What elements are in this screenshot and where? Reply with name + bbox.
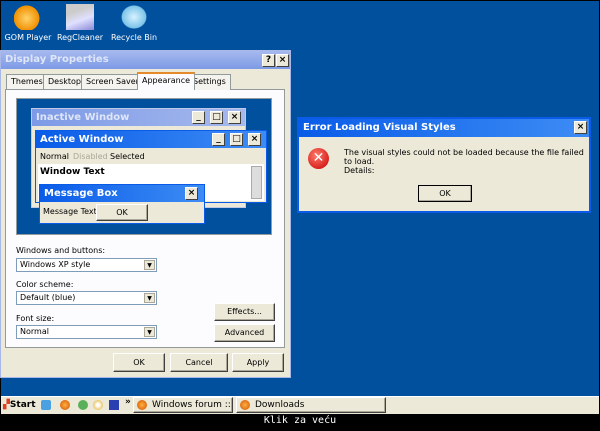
- regcleaner-icon: [66, 4, 94, 30]
- task-windows-forum[interactable]: Windows forum :: ...: [133, 397, 233, 424]
- chevron-down-icon: ▼: [144, 327, 155, 337]
- effects-button[interactable]: Effects...: [214, 303, 275, 321]
- preview-ok-button: OK: [96, 204, 148, 221]
- icon-label: Recycle Bin: [110, 33, 158, 42]
- close-button[interactable]: ×: [276, 54, 289, 67]
- firefox-icon: [240, 400, 250, 410]
- minimize-icon: _: [212, 133, 225, 146]
- media-player-icon[interactable]: [93, 400, 103, 410]
- error-ok-button[interactable]: OK: [418, 185, 472, 202]
- error-icon: ✕: [308, 148, 329, 169]
- firefox-icon: [137, 400, 147, 410]
- ok-button[interactable]: OK: [113, 353, 165, 372]
- start-label: Start: [9, 400, 36, 410]
- windows-buttons-label: Windows and buttons:: [16, 246, 106, 255]
- firefox-icon[interactable]: [60, 400, 70, 410]
- chevron-down-icon: ▼: [144, 293, 155, 303]
- close-icon: ×: [228, 111, 241, 124]
- details-label: Details:: [344, 166, 375, 175]
- desktop-icon-regcleaner[interactable]: RegCleaner: [50, 4, 110, 42]
- windows-buttons-select[interactable]: Windows XP style ▼: [16, 258, 157, 272]
- icon-label: RegCleaner: [56, 33, 104, 42]
- close-icon: ×: [248, 133, 261, 146]
- image-caption[interactable]: Klik za veću: [0, 415, 600, 426]
- select-value: Windows XP style: [20, 260, 91, 269]
- menu-selected: Selected: [110, 152, 145, 161]
- window-text: Window Text: [40, 167, 105, 177]
- preview-message-box: Message Box × Message Text OK: [39, 184, 205, 224]
- gom-player-icon: [14, 4, 42, 30]
- title-bar[interactable]: Display Properties: [1, 51, 290, 69]
- windows-logo-icon: ▞: [3, 400, 10, 410]
- menu-disabled: Disabled: [73, 152, 108, 161]
- ie-icon[interactable]: [41, 400, 51, 410]
- font-size-label: Font size:: [16, 314, 55, 323]
- minimize-icon: _: [192, 111, 205, 124]
- menu-normal: Normal: [40, 152, 69, 161]
- task-downloads[interactable]: Downloads: [236, 397, 386, 413]
- window-title: Display Properties: [5, 54, 109, 65]
- advanced-button[interactable]: Advanced: [214, 324, 275, 342]
- maximize-icon: □: [210, 111, 223, 124]
- select-value: Normal: [20, 327, 49, 336]
- help-button[interactable]: ?: [262, 54, 275, 67]
- task-label: Downloads: [255, 400, 305, 410]
- maximize-icon: □: [230, 133, 243, 146]
- message-box-title: Message Box: [40, 185, 204, 202]
- color-scheme-select[interactable]: Default (blue) ▼: [16, 291, 157, 305]
- tab-appearance[interactable]: Appearance: [137, 72, 196, 90]
- apply-button[interactable]: Apply: [232, 353, 284, 372]
- title-bar[interactable]: Error Loading Visual Styles: [299, 119, 589, 137]
- save-icon[interactable]: [109, 400, 119, 410]
- select-value: Default (blue): [20, 293, 76, 302]
- error-dialog: Error Loading Visual Styles × ✕ The visu…: [297, 117, 591, 213]
- start-button[interactable]: ▞Start: [1, 397, 37, 414]
- close-button[interactable]: ×: [574, 121, 587, 134]
- close-icon: ×: [185, 187, 198, 200]
- recycle-bin-icon: [120, 4, 148, 30]
- message-text: Message Text: [43, 207, 97, 216]
- color-scheme-label: Color scheme:: [16, 280, 74, 289]
- tab-screen-saver[interactable]: Screen Saver: [81, 74, 144, 90]
- dialog-title: Error Loading Visual Styles: [303, 122, 456, 133]
- cancel-button[interactable]: Cancel: [170, 353, 228, 372]
- quick-launch-chevron[interactable]: »: [125, 397, 131, 407]
- font-size-select[interactable]: Normal ▼: [16, 325, 157, 339]
- scrollbar: [251, 166, 262, 199]
- error-message: The visual styles could not be loaded be…: [344, 148, 584, 166]
- messenger-icon[interactable]: [78, 400, 88, 410]
- desktop-icon-recycle-bin[interactable]: Recycle Bin: [104, 4, 164, 42]
- icon-label: GOM Player: [4, 33, 52, 42]
- tab-themes[interactable]: Themes: [6, 74, 48, 90]
- chevron-down-icon: ▼: [144, 260, 155, 270]
- tab-desktop[interactable]: Desktop: [43, 74, 86, 90]
